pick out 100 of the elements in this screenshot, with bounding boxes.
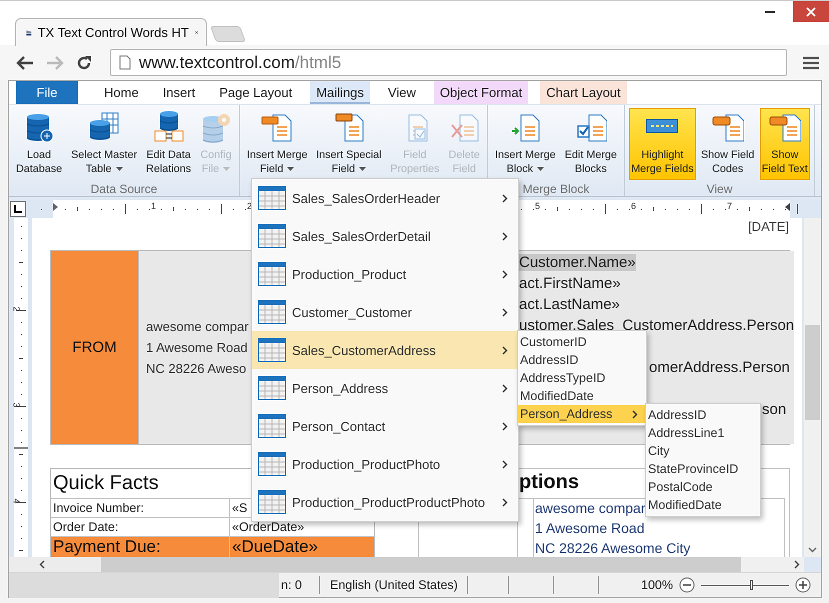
back-icon[interactable] <box>16 54 34 70</box>
cell-text: Invoice Number: <box>53 501 144 515</box>
browser-tab[interactable]: TX Text Control Words HT <box>15 18 207 46</box>
table-icon <box>258 414 286 438</box>
chevron-right-icon <box>502 232 508 240</box>
zoom-in-icon[interactable] <box>795 577 811 593</box>
menu-item[interactable]: Production_Product <box>252 255 518 293</box>
merge-field[interactable]: omerAddress.Person <box>649 359 790 376</box>
menu-item[interactable]: ModifiedDate <box>518 387 646 405</box>
zoom-out-icon[interactable] <box>679 577 695 593</box>
chevron-right-icon <box>502 460 508 468</box>
cell-text: «S <box>232 501 248 515</box>
menu-item[interactable]: PostalCode <box>646 478 760 496</box>
ribbon-button[interactable]: Show Field Codes <box>698 108 756 180</box>
close-button[interactable] <box>793 1 829 22</box>
close-icon[interactable] <box>806 6 816 16</box>
file-menu-button[interactable]: File <box>16 81 78 104</box>
menu-item[interactable]: Production_ProductPhoto <box>252 445 518 483</box>
menu-item[interactable]: Sales_SalesOrderHeader <box>252 179 518 217</box>
chevron-right-icon <box>502 308 508 316</box>
table-icon <box>258 300 286 324</box>
menu-item[interactable]: AddressTypeID <box>518 369 646 387</box>
database-icon <box>152 111 185 143</box>
ribbon-button[interactable]: Select Master Table <box>69 108 140 180</box>
menu-item[interactable]: City <box>646 442 760 460</box>
slider-thumb[interactable] <box>750 580 754 590</box>
table-icon <box>258 262 286 286</box>
cell-text: Payment Due: <box>53 537 161 556</box>
ribbon-button[interactable]: Highlight Merge Fields <box>629 108 696 180</box>
group-label: Merge Block <box>522 182 590 196</box>
table-icon <box>258 224 286 248</box>
menu-item[interactable]: StateProvinceID <box>646 460 760 478</box>
group-label: Data Source <box>90 182 158 196</box>
reload-icon[interactable] <box>76 54 92 70</box>
ruler-number: 4 <box>12 498 22 504</box>
menu-item[interactable]: AddressID <box>646 406 760 424</box>
table-icon <box>258 490 286 514</box>
page-icon <box>119 55 131 70</box>
scrollbar-corner <box>804 557 821 572</box>
merge-field[interactable]: act.LastName» <box>519 296 620 313</box>
merge-field[interactable]: Customer.Name» <box>519 254 636 271</box>
menu-icon[interactable] <box>803 56 819 70</box>
chevron-right-icon <box>502 422 508 430</box>
menu-item[interactable]: Person_Address <box>518 405 646 423</box>
scrollbar-thumb[interactable] <box>805 325 820 420</box>
ribbon-button[interactable]: Load Database <box>14 108 64 180</box>
ribbon-tab[interactable]: Insert <box>156 81 202 104</box>
menu-item[interactable]: AddressID <box>518 351 646 369</box>
tab-stop-button[interactable] <box>10 201 26 217</box>
menu-item[interactable]: AddressLine1 <box>646 424 760 442</box>
ruler-number: 1 <box>151 201 156 211</box>
ribbon-tab[interactable]: Chart Layout <box>540 81 627 104</box>
chevron-right-icon <box>502 384 508 392</box>
scrollbar-thumb[interactable] <box>101 557 741 572</box>
ribbon-tab[interactable]: Object Format <box>434 81 528 104</box>
address-field[interactable]: www.textcontrol.com/html5 <box>110 49 787 76</box>
chevron-right-icon[interactable] <box>794 560 800 569</box>
address-line: NC 28226 Aweso <box>146 360 246 378</box>
merge-field[interactable]: ustomer.Sales_CustomerAddress.Person <box>519 317 794 334</box>
minimize-icon[interactable] <box>765 10 775 12</box>
ruler-number: 3 <box>12 402 22 408</box>
ruler-number: 2 <box>12 306 22 312</box>
ribbon-tab[interactable]: View <box>382 81 422 104</box>
ruler-number: 6 <box>631 201 636 211</box>
field-highlight-icon <box>646 119 678 133</box>
merge-field[interactable]: act.FirstName» <box>519 275 621 292</box>
table-icon <box>258 452 286 476</box>
menu-item[interactable]: ModifiedDate <box>646 496 760 514</box>
ribbon-tab[interactable]: Home <box>98 81 145 104</box>
cell-text: «DueDate» <box>232 537 318 556</box>
menu-item[interactable]: Sales_CustomerAddress <box>252 331 518 369</box>
address-line: awesome compar <box>146 318 249 336</box>
group-label: View <box>706 182 734 196</box>
from-cell: FROM <box>51 251 138 444</box>
ribbon-tab[interactable]: Mailings <box>310 81 370 104</box>
menu-item[interactable]: Customer_Customer <box>252 293 518 331</box>
cell-text: 1 Awesome Road <box>535 520 644 536</box>
chevron-left-icon[interactable] <box>39 560 45 569</box>
menu-item[interactable]: Person_Address <box>252 369 518 407</box>
table-icon <box>258 186 286 210</box>
table-heading: Quick Facts <box>52 471 160 496</box>
database-table-icon <box>88 111 120 143</box>
menu-item[interactable]: Person_Contact <box>252 407 518 445</box>
menu-item[interactable]: Sales_SalesOrderDetail <box>252 217 518 255</box>
chevron-right-icon <box>632 410 638 418</box>
ribbon-button[interactable]: Edit Data Relations <box>144 108 194 180</box>
ribbon-button[interactable]: Show Field Text <box>760 108 810 180</box>
zoom-level: 100% <box>641 578 673 592</box>
tab-stop-icon <box>14 205 22 213</box>
menu-item[interactable]: Production_ProductProductPhoto <box>252 483 518 521</box>
merge-field[interactable]: son <box>762 401 786 418</box>
ribbon-button[interactable]: Edit Merge Blocks <box>562 108 619 180</box>
chevron-down-icon[interactable] <box>808 547 817 553</box>
ribbon-button[interactable]: Insert Merge Block <box>493 108 558 180</box>
table-icon <box>258 376 286 400</box>
date-field: [DATE] <box>748 219 789 234</box>
ribbon-tab[interactable]: Page Layout <box>213 81 298 104</box>
menu-item[interactable]: CustomerID <box>518 333 646 351</box>
address-line: 1 Awesome Road <box>146 339 248 357</box>
ruler-number: 7 <box>727 201 732 211</box>
